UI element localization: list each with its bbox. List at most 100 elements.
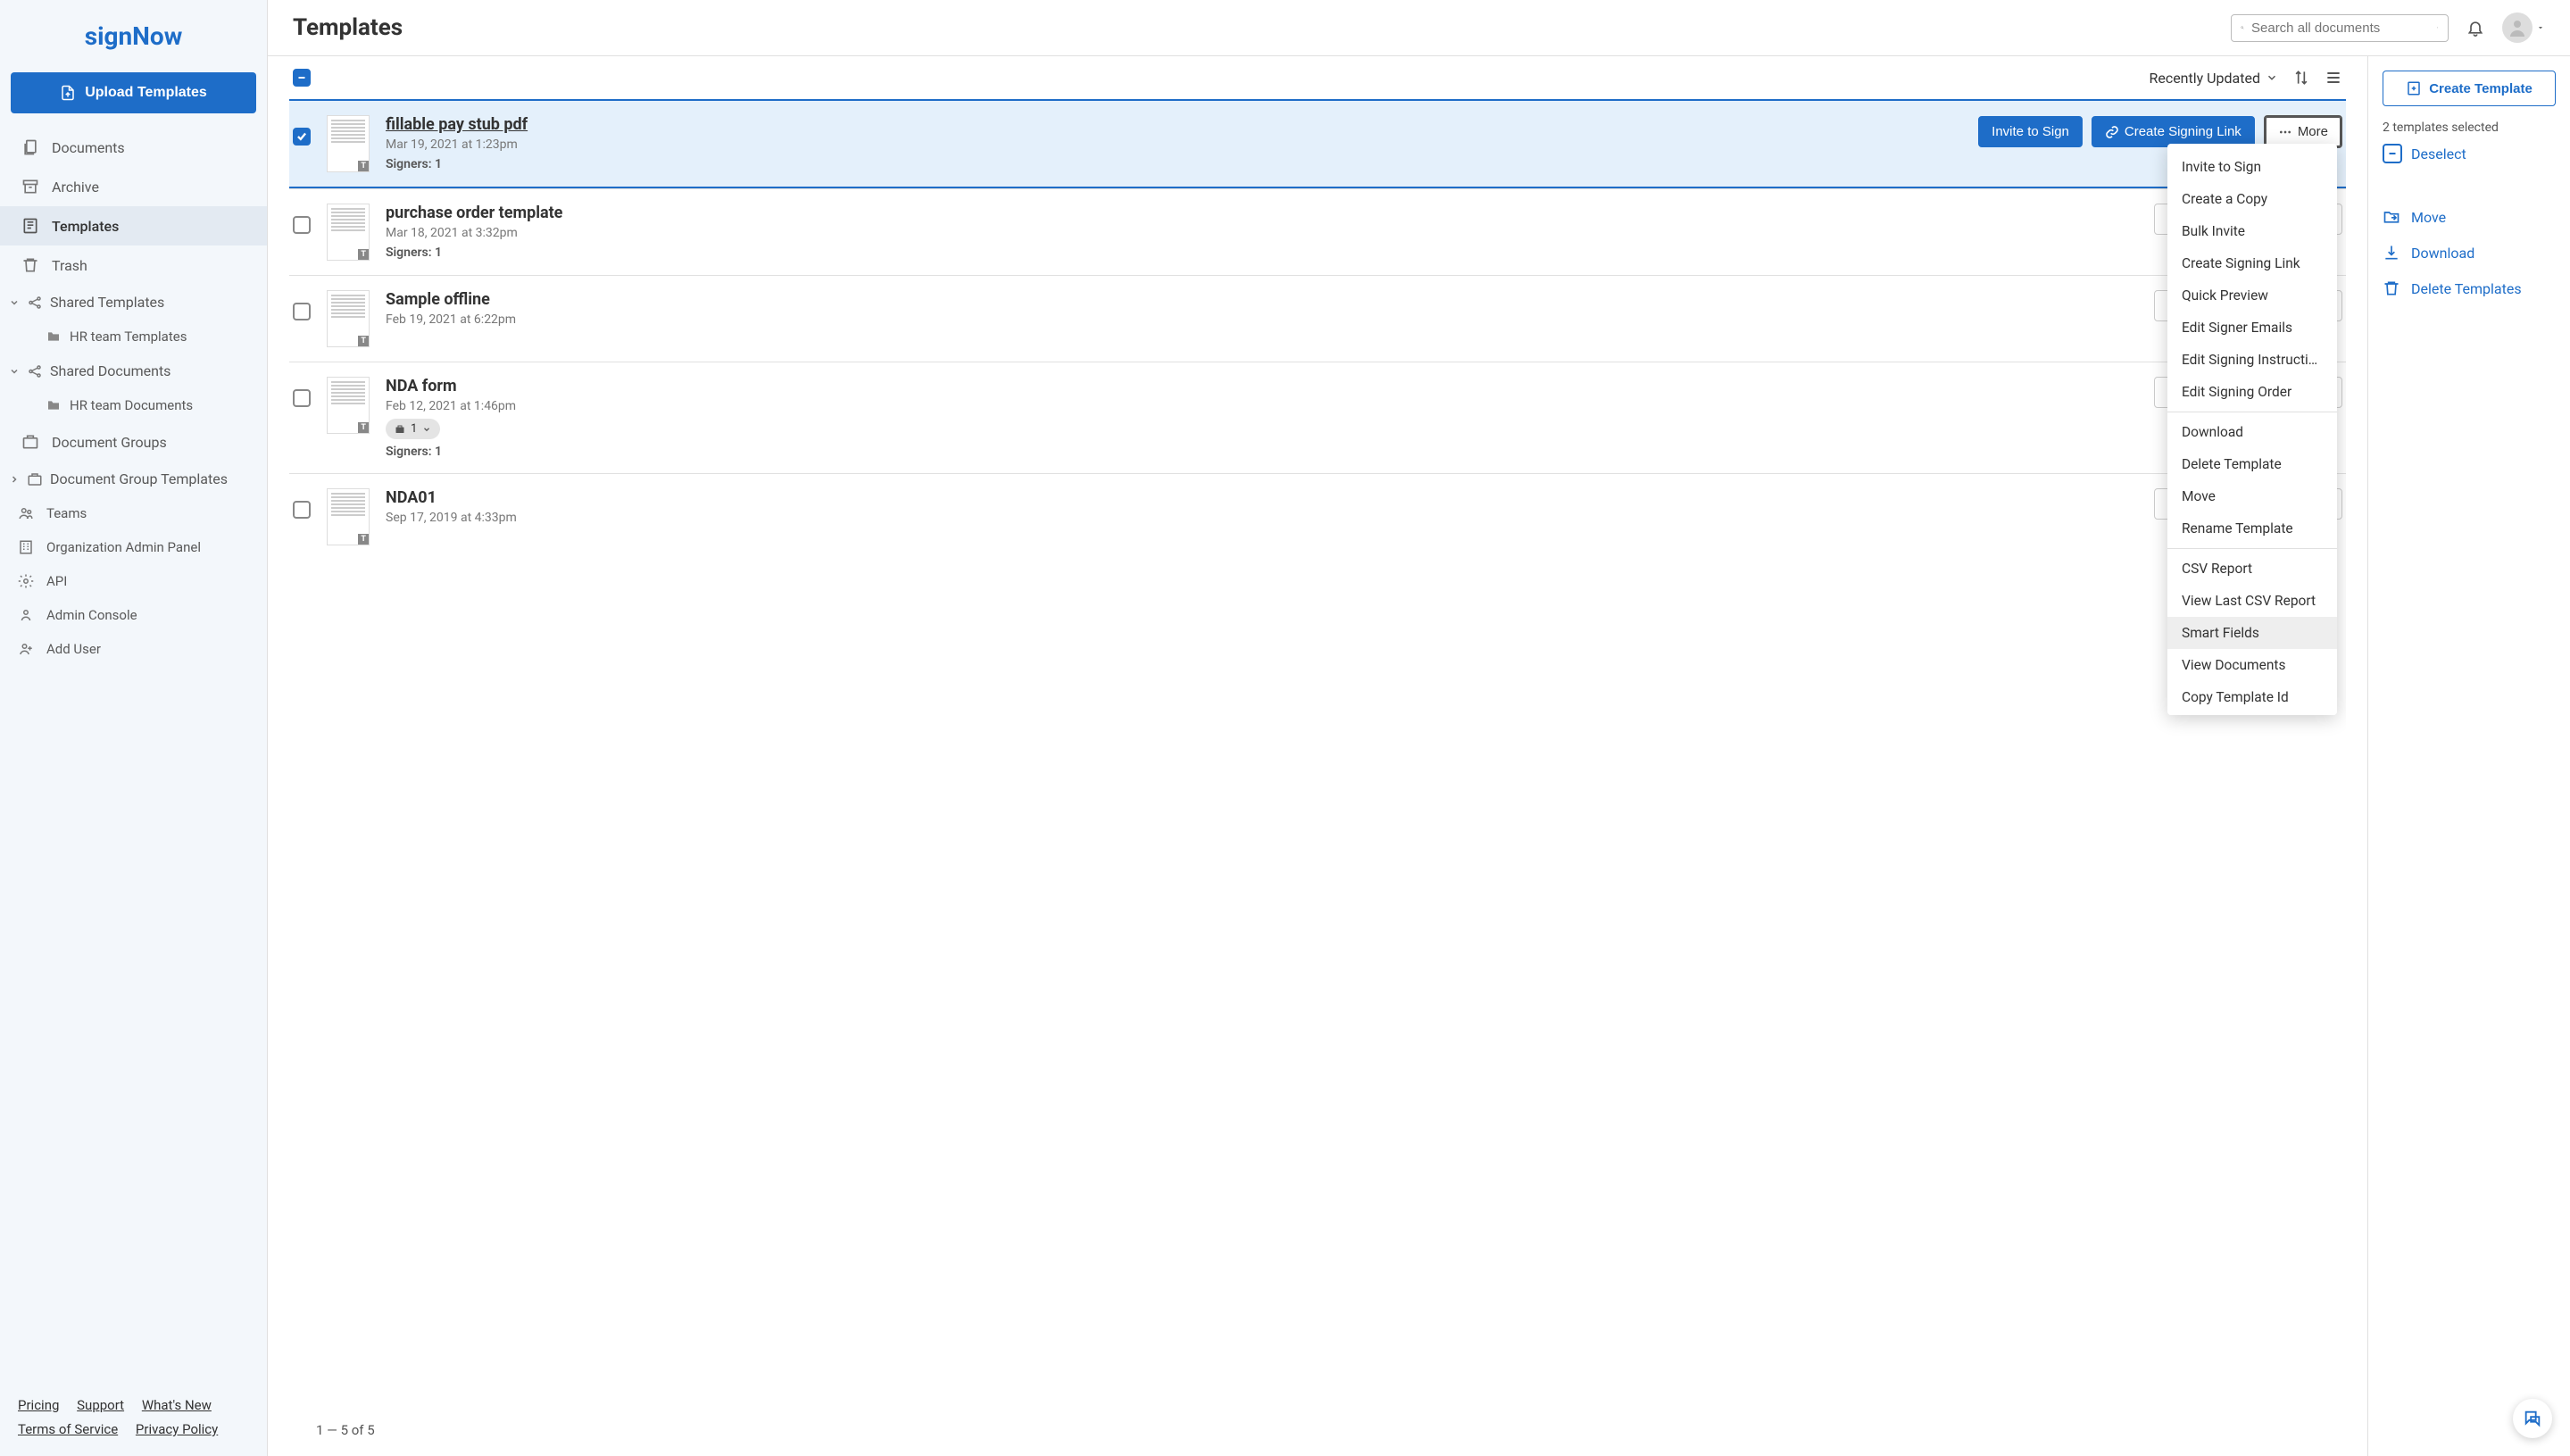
user-menu[interactable] xyxy=(2502,12,2545,43)
menu-item[interactable]: Open xyxy=(2167,144,2337,151)
sidebar-group-shared-templates[interactable]: Shared Templates xyxy=(0,285,267,320)
sidebar-item-teams[interactable]: Teams xyxy=(0,496,267,530)
sub-label: HR team Documents xyxy=(70,397,193,413)
sidebar-item-hr-templates[interactable]: HR team Templates xyxy=(0,320,267,354)
menu-item[interactable]: Edit Signer Emails xyxy=(2167,312,2337,344)
document-title[interactable]: purchase order template xyxy=(386,204,2138,222)
sidebar-item-trash[interactable]: Trash xyxy=(0,245,267,285)
document-row[interactable]: Tfillable pay stub pdfMar 19, 2021 at 1:… xyxy=(289,99,2346,188)
sub-label: HR team Templates xyxy=(70,329,187,345)
move-icon xyxy=(2383,208,2400,226)
notifications-icon[interactable] xyxy=(2466,19,2484,37)
menu-item[interactable]: CSV Report xyxy=(2167,553,2337,585)
menu-item[interactable]: View Documents xyxy=(2167,649,2337,681)
menu-item[interactable]: Delete Template xyxy=(2167,448,2337,480)
chevron-down-icon xyxy=(2536,23,2545,32)
create-template-button[interactable]: Create Template xyxy=(2383,71,2556,106)
menu-item[interactable]: Salesforce Annotatio… xyxy=(2167,713,2337,715)
document-title[interactable]: Sample offline xyxy=(386,290,2138,309)
sidebar-item-documents[interactable]: Documents xyxy=(0,128,267,167)
footer-privacy[interactable]: Privacy Policy xyxy=(136,1418,218,1442)
sidebar-group-shared-documents[interactable]: Shared Documents xyxy=(0,354,267,388)
document-row[interactable]: TNDA01Sep 17, 2019 at 4:33pmInvite to Si… xyxy=(289,473,2346,560)
document-title[interactable]: NDA form xyxy=(386,377,2138,395)
menu-item[interactable]: Rename Template xyxy=(2167,512,2337,545)
document-body: NDA formFeb 12, 2021 at 1:46pm1Signers: … xyxy=(386,377,2138,459)
select-all-checkbox[interactable] xyxy=(293,69,311,87)
teams-icon xyxy=(18,505,34,521)
menu-item[interactable]: Edit Signing Order xyxy=(2167,376,2337,408)
footer-tos[interactable]: Terms of Service xyxy=(18,1418,118,1442)
trash-icon xyxy=(21,256,39,274)
menu-item[interactable]: Bulk Invite xyxy=(2167,215,2337,247)
upload-templates-button[interactable]: Upload Templates xyxy=(11,72,256,113)
bulk-delete-button[interactable]: Delete Templates xyxy=(2383,270,2556,306)
nav-label: Documents xyxy=(52,139,125,156)
sidebar-item-templates[interactable]: Templates xyxy=(0,206,267,245)
sidebar-item-document-groups[interactable]: Document Groups xyxy=(0,422,267,462)
document-body: fillable pay stub pdf Mar 19, 2021 at 1:2… xyxy=(386,115,1962,171)
console-icon xyxy=(18,607,34,623)
search-box[interactable] xyxy=(2231,14,2449,42)
download-icon xyxy=(2383,244,2400,262)
document-row[interactable]: Tpurchase order templateMar 18, 2021 at … xyxy=(289,188,2346,275)
row-checkbox[interactable] xyxy=(293,128,311,146)
sort-direction-icon[interactable] xyxy=(2292,69,2310,87)
view-toggle-icon[interactable] xyxy=(2325,69,2342,87)
sidebar-item-admin-console[interactable]: Admin Console xyxy=(0,598,267,632)
create-signing-link-button[interactable]: Create Signing Link xyxy=(2092,116,2255,147)
menu-item[interactable]: Smart Fields xyxy=(2167,617,2337,649)
sidebar-item-hr-documents[interactable]: HR team Documents xyxy=(0,388,267,422)
footer-pricing[interactable]: Pricing xyxy=(18,1394,59,1418)
menu-item[interactable]: Download xyxy=(2167,416,2337,448)
document-group-badge[interactable]: 1 xyxy=(386,419,440,439)
row-checkbox[interactable] xyxy=(293,389,311,407)
document-title[interactable]: NDA01 xyxy=(386,488,2138,507)
document-signers: Signers: 1 xyxy=(386,245,2138,260)
chevron-down-icon[interactable] xyxy=(2436,22,2439,33)
menu-item[interactable]: Edit Signing Instructi… xyxy=(2167,344,2337,376)
search-input[interactable] xyxy=(2251,21,2429,36)
document-date: Mar 19, 2021 at 1:23pm xyxy=(386,137,1962,152)
menu-item[interactable]: Quick Preview xyxy=(2167,279,2337,312)
admin-label: API xyxy=(46,573,67,589)
menu-item[interactable]: Move xyxy=(2167,480,2337,512)
document-row[interactable]: TSample offlineFeb 19, 2021 at 6:22pmInv… xyxy=(289,275,2346,362)
menu-item[interactable]: Create a Copy xyxy=(2167,183,2337,215)
sort-dropdown[interactable]: Recently Updated xyxy=(2149,70,2278,87)
bulk-download-button[interactable]: Download xyxy=(2383,235,2556,270)
menu-item[interactable]: View Last CSV Report xyxy=(2167,585,2337,617)
brand-logo: signNow xyxy=(0,0,267,72)
menu-divider xyxy=(2167,548,2337,549)
footer-support[interactable]: Support xyxy=(77,1394,124,1418)
nav-label: Document Group Templates xyxy=(50,470,228,487)
menu-item[interactable]: Invite to Sign xyxy=(2167,151,2337,183)
menu-item[interactable]: Create Signing Link xyxy=(2167,247,2337,279)
footer-whats-new[interactable]: What's New xyxy=(142,1394,212,1418)
invite-to-sign-button[interactable]: Invite to Sign xyxy=(1978,116,2083,147)
menu-item[interactable]: Copy Template Id xyxy=(2167,681,2337,713)
document-title[interactable]: fillable pay stub pdf xyxy=(386,115,1962,134)
group-label: Shared Templates xyxy=(50,294,164,311)
sidebar-item-document-group-templates[interactable]: Document Group Templates xyxy=(0,462,267,496)
document-row[interactable]: TNDA formFeb 12, 2021 at 1:46pm1Signers:… xyxy=(289,362,2346,473)
row-checkbox[interactable] xyxy=(293,303,311,320)
footer-links: Pricing Support What's New Terms of Serv… xyxy=(0,1379,267,1456)
row-checkbox[interactable] xyxy=(293,216,311,234)
bulk-move-button[interactable]: Move xyxy=(2383,199,2556,235)
chat-fab[interactable] xyxy=(2513,1399,2552,1438)
nav-label: Trash xyxy=(52,257,87,274)
document-list: Tfillable pay stub pdfMar 19, 2021 at 1:… xyxy=(289,99,2346,1404)
sidebar-item-api[interactable]: API xyxy=(0,564,267,598)
sidebar-item-add-user[interactable]: Add User xyxy=(0,632,267,666)
nav-label: Archive xyxy=(52,179,99,196)
sidebar-item-org-admin[interactable]: Organization Admin Panel xyxy=(0,530,267,564)
avatar xyxy=(2502,12,2533,43)
selected-count: 2 templates selected xyxy=(2383,121,2556,135)
nav-label: Templates xyxy=(52,218,119,235)
deselect-button[interactable]: Deselect xyxy=(2383,144,2556,163)
row-checkbox[interactable] xyxy=(293,501,311,519)
sidebar-item-archive[interactable]: Archive xyxy=(0,167,267,206)
folder-icon xyxy=(46,329,61,344)
right-panel: Create Template 2 templates selected Des… xyxy=(2368,56,2570,1456)
